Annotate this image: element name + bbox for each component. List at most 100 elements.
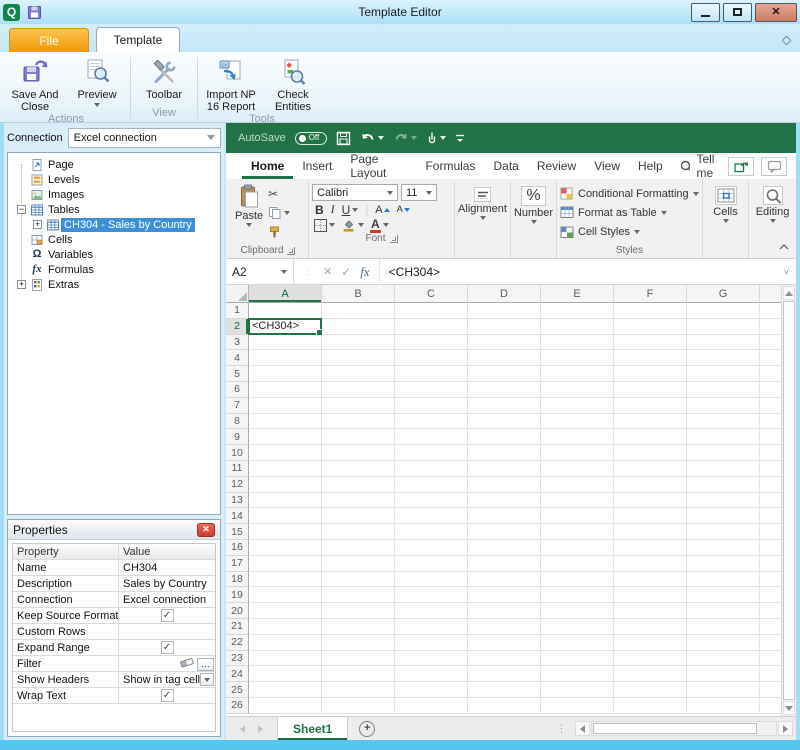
property-value[interactable]: ✓ [119,688,215,703]
grid-cell-f7[interactable] [614,398,687,414]
preview-button[interactable]: Preview [66,54,128,107]
grid-cell-f20[interactable] [614,603,687,619]
grid-cell-f24[interactable] [614,666,687,682]
grid-cell-g7[interactable] [687,398,760,414]
grid-cell-c24[interactable] [395,666,468,682]
vertical-scroll-thumb[interactable] [783,301,795,700]
grid-cell-c23[interactable] [395,651,468,667]
grid-cell-g25[interactable] [687,682,760,698]
row-header-24[interactable]: 24 [226,666,249,682]
grid-cell-e19[interactable] [541,587,614,603]
tree-item-page[interactable]: Page [8,157,220,172]
save-and-close-button[interactable]: Save And Close [4,54,66,113]
grid-cell-b4[interactable] [322,350,395,366]
insert-function-icon[interactable]: fx [360,264,369,280]
grid-cell-a14[interactable] [249,508,322,524]
font-size-select[interactable]: 11 [401,184,437,201]
grid-cell-d6[interactable] [468,382,541,398]
expand-formula-bar-icon[interactable]: ˅ [784,259,796,284]
grid-cell-d7[interactable] [468,398,541,414]
grid-cell-f23[interactable] [614,651,687,667]
grid-cell-a11[interactable] [249,461,322,477]
grid-cell-d24[interactable] [468,666,541,682]
grid-cell-g11[interactable] [687,461,760,477]
undo-button[interactable] [360,131,384,145]
grid-cell-f18[interactable] [614,572,687,588]
connection-select[interactable]: Excel connection [68,128,221,148]
grid-cell-g9[interactable] [687,429,760,445]
import-np16-report-button[interactable]: cx Import NP 16 Report [200,54,262,113]
column-header-f[interactable]: F [614,285,687,303]
excel-tab-home[interactable]: Home [242,153,293,179]
properties-close-button[interactable]: ✕ [197,523,215,537]
font-dialog-launcher-icon[interactable] [390,235,398,243]
grid-cell-g4[interactable] [687,350,760,366]
grid-cell-d9[interactable] [468,429,541,445]
column-header-d[interactable]: D [468,285,541,303]
toolbar-button[interactable]: Toolbar [133,54,195,101]
grid-cell-a15[interactable] [249,524,322,540]
tell-me-control[interactable]: Tell me [680,152,728,180]
checkbox-checked[interactable]: ✓ [161,641,174,654]
show-headers-dropdown-button[interactable] [200,673,214,686]
grid-cell-b22[interactable] [322,635,395,651]
property-value[interactable]: Sales by Country [119,576,215,591]
grid-cell-f12[interactable] [614,477,687,493]
grid-cell-c26[interactable] [395,698,468,714]
property-value[interactable] [119,624,215,639]
property-row-custom-rows[interactable]: Custom Rows [13,624,215,640]
grid-cell-f21[interactable] [614,619,687,635]
grid-cell-c21[interactable] [395,619,468,635]
grid-cell-g1[interactable] [687,303,760,319]
grid-cell-b24[interactable] [322,666,395,682]
grid-cell-e2[interactable] [541,319,614,335]
grid-cell-d13[interactable] [468,493,541,509]
property-value[interactable]: … [119,656,215,671]
format-as-table-button[interactable]: Format as Table [560,205,699,220]
scroll-up-button[interactable] [783,286,795,300]
horizontal-scrollbar[interactable] [591,721,777,736]
grid-cell-d11[interactable] [468,461,541,477]
grid-cell-a12[interactable] [249,477,322,493]
grid-cell-c2[interactable] [395,319,468,335]
grid-cell-e23[interactable] [541,651,614,667]
font-name-select[interactable]: Calibri [312,184,398,201]
grid-cell-g14[interactable] [687,508,760,524]
grid-cell-f11[interactable] [614,461,687,477]
row-header-20[interactable]: 20 [226,603,249,619]
grid-cell-a21[interactable] [249,619,322,635]
grid-cell-b23[interactable] [322,651,395,667]
font-color-button[interactable]: A [370,218,389,232]
grid-cell-e22[interactable] [541,635,614,651]
tree-item-formulas[interactable]: fxFormulas [8,262,220,277]
quick-save-icon[interactable] [27,5,42,20]
close-button[interactable]: ✕ [755,3,797,22]
column-header-b[interactable]: B [322,285,395,303]
property-row-connection[interactable]: ConnectionExcel connection [13,592,215,608]
grid-cell-e16[interactable] [541,540,614,556]
grid-cell-g23[interactable] [687,651,760,667]
row-header-19[interactable]: 19 [226,587,249,603]
grid-cell-d16[interactable] [468,540,541,556]
grid-cell-f15[interactable] [614,524,687,540]
grid-cell-f5[interactable] [614,366,687,382]
cut-button[interactable]: ✂ [268,187,278,201]
grid-cell-e11[interactable] [541,461,614,477]
grid-cell-d22[interactable] [468,635,541,651]
grid-cell-c18[interactable] [395,572,468,588]
grid-cell-b16[interactable] [322,540,395,556]
grid-cell-a20[interactable] [249,603,322,619]
grid-cell-d25[interactable] [468,682,541,698]
grid-cell-e4[interactable] [541,350,614,366]
property-row-name[interactable]: NameCH304 [13,560,215,576]
checkbox-checked[interactable]: ✓ [161,609,174,622]
cancel-button[interactable]: ✕ [323,265,332,278]
customize-toolbar-button[interactable] [455,132,465,144]
formula-input[interactable]: <CH304> [379,259,784,284]
formula-bar-handle[interactable]: ⋮ [303,266,314,277]
grid-cell-c16[interactable] [395,540,468,556]
grid-cell-c11[interactable] [395,461,468,477]
excel-save-button[interactable] [336,131,351,146]
grid-cell-d5[interactable] [468,366,541,382]
grid-cell-f17[interactable] [614,556,687,572]
